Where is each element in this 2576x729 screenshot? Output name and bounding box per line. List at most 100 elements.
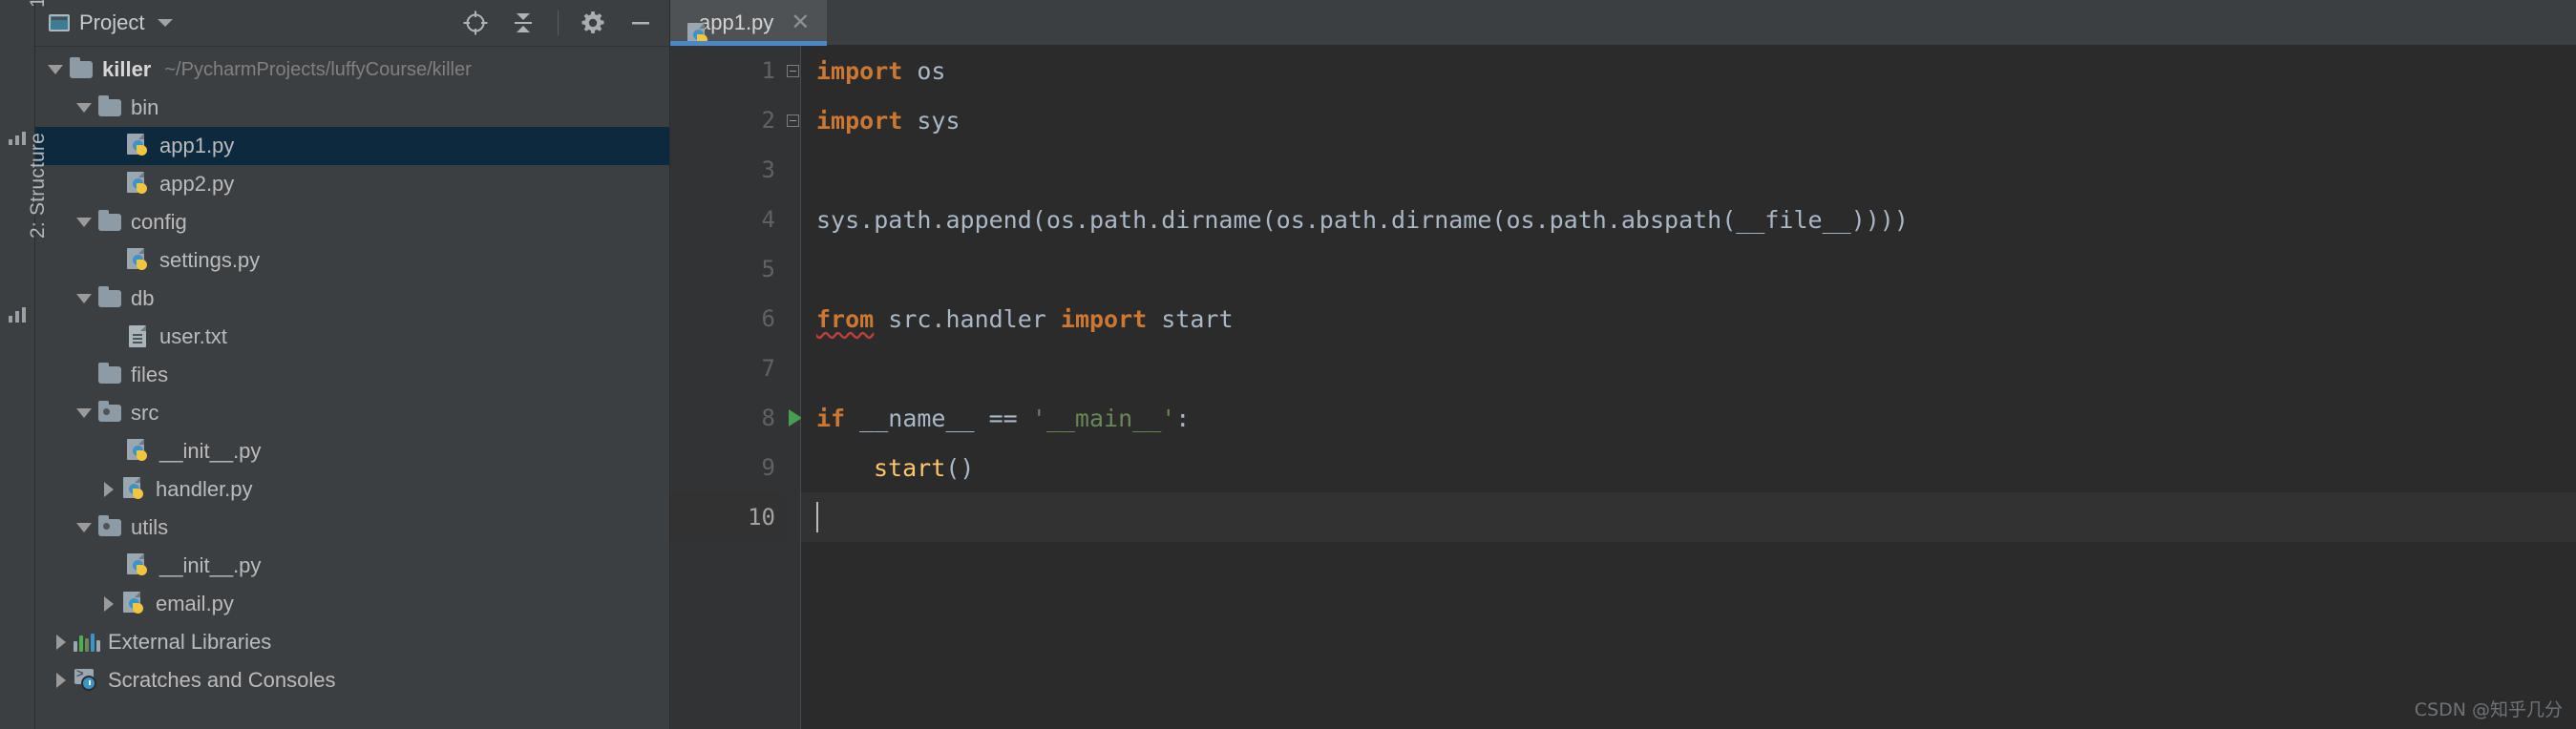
code-content[interactable]: import os import sys sys.path.append(os.… [801,46,2576,729]
tree-item-label: app1.py [159,134,235,157]
editor-tab-label: app1.py [699,10,774,34]
line-number: 9 [761,454,775,481]
project-tool-window: Project killer ~/PycharmProjects/luffyCo… [35,0,670,729]
chevron-down-icon[interactable] [158,19,174,27]
python-file-icon [121,477,148,502]
line-number: 8 [670,393,802,443]
module-os: os [902,56,946,85]
tree-row-files[interactable]: files [35,356,669,394]
project-panel-toolbar [462,10,660,36]
expand-arrow-down-icon[interactable] [72,408,96,418]
expand-arrow-right-icon[interactable] [96,482,121,497]
line-number: 10 [670,492,785,542]
tree-row-app2-py[interactable]: app2.py [35,165,669,203]
python-file-icon [125,172,152,197]
structure-icon [9,307,26,323]
pycharm-window: 1: Project 2: Structure Project [0,0,2576,729]
project-icon [9,132,26,145]
tree-row-app1-py[interactable]: app1.py [35,127,669,165]
call-parens: () [945,453,975,482]
tree-row-killer[interactable]: killer ~/PycharmProjects/luffyCourse/kil… [35,51,669,89]
colon: : [1175,404,1191,432]
expand-arrow-right-icon[interactable] [96,596,121,612]
editor-gutter[interactable]: 1 2 3 4 5 6 7 8 9 10 [670,46,802,729]
tab-bar-empty-space [827,0,2576,46]
text-caret [816,502,818,532]
gear-icon[interactable] [580,10,606,36]
tree-row-src-init-py[interactable]: __init__.py [35,432,669,470]
tree-item-label: src [131,401,159,425]
code-line: sys.path.append(os.path.dirname(os.path.… [801,195,2576,244]
tree-item-label: killer [102,57,152,81]
left-tool-stripe: 1: Project 2: Structure [0,0,49,729]
expand-arrow-down-icon[interactable] [43,65,68,74]
toolbar-divider [558,10,559,35]
tree-row-utils[interactable]: utils [35,509,669,547]
tree-row-external-libraries[interactable]: External Libraries [35,623,669,661]
folder-icon [96,363,123,384]
tree-item-label: user.txt [159,324,227,348]
tree-item-label: bin [131,95,159,119]
project-file-tree[interactable]: killer ~/PycharmProjects/luffyCourse/kil… [35,47,669,729]
tree-item-label: handler.py [156,477,253,501]
expand-arrow-down-icon[interactable] [72,523,96,532]
expand-arrow-down-icon[interactable] [72,218,96,227]
close-icon[interactable]: ✕ [791,11,810,34]
editor-tab-app1-py[interactable]: app1.py ✕ [670,0,828,46]
tree-row-bin[interactable]: bin [35,89,669,127]
module-src-handler: src.handler [874,304,1061,333]
project-title-group[interactable]: Project [49,10,174,35]
tree-row-utils-init-py[interactable]: __init__.py [35,547,669,585]
sidebar-tab-structure-label: 2: Structure [27,133,49,239]
tree-item-label: config [131,210,187,234]
expand-arrow-right-icon[interactable] [49,635,74,650]
fold-marker-icon[interactable] [785,63,800,78]
folder-icon [96,95,123,116]
minimize-icon[interactable] [627,10,654,36]
python-file-icon [125,439,152,464]
locate-icon[interactable] [462,10,489,36]
string-main: '__main__' [1031,404,1176,432]
code-editor[interactable]: 1 2 3 4 5 6 7 8 9 10 import os import sy… [670,46,2576,729]
folder-icon [96,210,123,231]
python-file-icon [125,553,152,578]
keyword-if: if [816,404,846,432]
fold-marker-icon[interactable] [785,113,800,128]
tree-row-settings-py[interactable]: settings.py [35,241,669,280]
function-call-start: start [874,453,946,482]
keyword-import: import [1060,304,1148,333]
line-number: 6 [761,305,775,332]
scratches-icon [74,666,100,692]
line-number: 5 [761,256,775,282]
collapse-all-icon[interactable] [510,10,537,36]
tree-row-src[interactable]: src [35,394,669,432]
folder-icon [68,57,95,78]
tree-item-label: __init__.py [159,439,262,463]
tree-item-label: db [131,286,155,310]
python-file-icon [121,592,148,616]
line-number: 2 [670,95,799,145]
tree-row-config[interactable]: config [35,203,669,241]
expand-arrow-down-icon[interactable] [72,103,96,113]
expand-arrow-down-icon[interactable] [72,294,96,303]
line-number: 3 [761,156,775,183]
tree-item-label: utils [131,515,169,539]
tree-row-handler-py[interactable]: handler.py [35,470,669,509]
tree-row-scratches-and-consoles[interactable]: Scratches and Consoles [35,661,669,699]
tree-row-email-py[interactable]: email.py [35,585,669,623]
code-line: from src.handler import start [801,294,2576,344]
tree-row-user-txt[interactable]: user.txt [35,318,669,356]
tree-item-label: email.py [156,592,234,615]
tree-item-label: Scratches and Consoles [108,668,336,692]
package-folder-icon [96,515,123,536]
code-line: import os [801,46,2576,95]
package-folder-icon [96,401,123,422]
tree-row-db[interactable]: db [35,280,669,318]
line-number: 7 [761,355,775,382]
keyword-import: import [816,56,903,85]
gutter-fold-strip[interactable] [785,46,801,729]
run-line-icon[interactable] [789,409,802,427]
expand-arrow-right-icon[interactable] [49,673,74,688]
